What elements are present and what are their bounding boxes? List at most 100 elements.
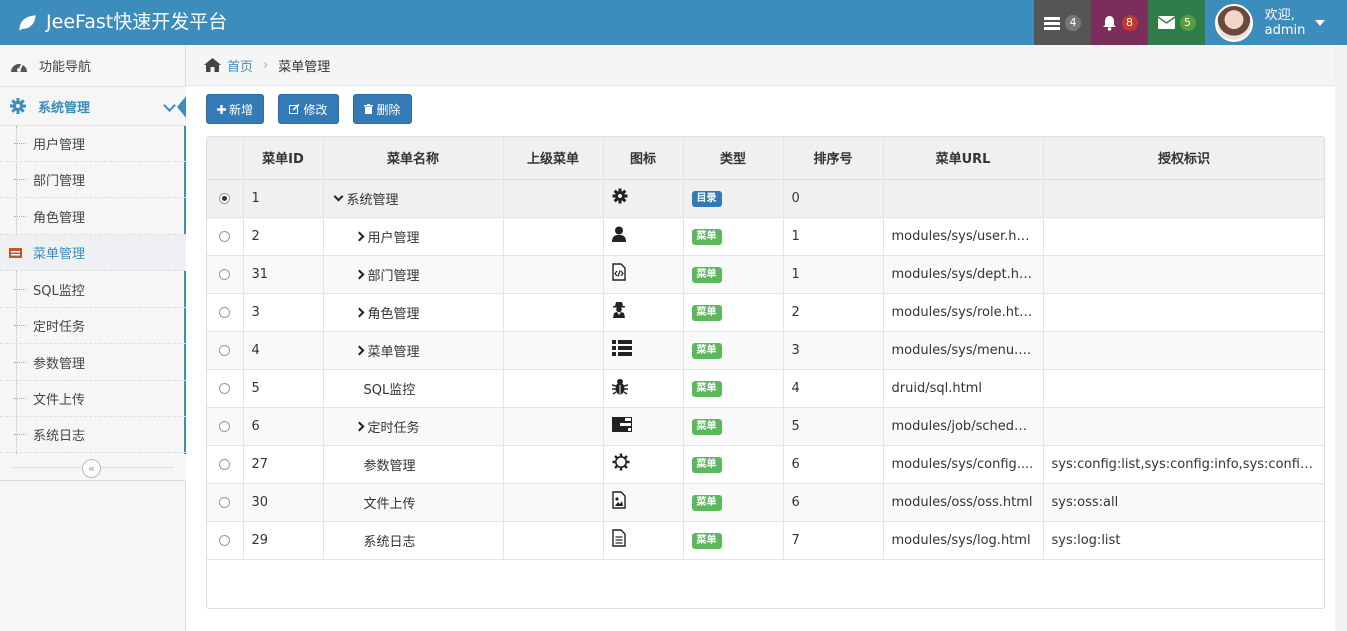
radio[interactable] xyxy=(219,230,231,242)
cell-perms xyxy=(1043,179,1324,218)
page-scrollbar[interactable] xyxy=(1335,45,1347,631)
row-select[interactable] xyxy=(207,255,244,294)
table-row[interactable]: 4 菜单管理 菜单 3 modules/sys/menu.h... xyxy=(207,331,1324,370)
cell-id: 30 xyxy=(243,483,324,522)
row-select[interactable] xyxy=(207,407,244,446)
column-header-select xyxy=(207,137,244,180)
table-row[interactable]: 27 参数管理 菜单 6 modules/sys/config.... sys:… xyxy=(207,445,1324,484)
row-select[interactable] xyxy=(207,483,244,522)
cell-order: 6 xyxy=(783,483,884,522)
tree-collapsed-icon[interactable] xyxy=(354,345,364,355)
tree-expand-icon[interactable] xyxy=(333,191,343,201)
sidebar-item-upload[interactable]: 文件上传 xyxy=(0,381,186,417)
tree-dash xyxy=(14,434,26,435)
cell-order: 1 xyxy=(783,217,884,256)
sidebar-item-users[interactable]: 用户管理 xyxy=(0,126,186,162)
cell-name: 用户管理 xyxy=(323,217,504,256)
cell-icon xyxy=(603,331,684,370)
row-select[interactable] xyxy=(207,521,244,560)
menu-name: SQL监控 xyxy=(363,382,416,398)
file-image-icon xyxy=(611,491,626,509)
cell-url: modules/sys/menu.h... xyxy=(883,331,1044,370)
radio[interactable] xyxy=(219,534,231,546)
table-row[interactable]: 3 角色管理 菜单 2 modules/sys/role.html xyxy=(207,293,1324,332)
sidebar-item-jobs[interactable]: 定时任务 xyxy=(0,308,186,344)
radio[interactable] xyxy=(219,382,231,394)
type-badge: 目录 xyxy=(691,190,722,207)
tree-collapsed-icon[interactable] xyxy=(354,231,364,241)
cell-perms: sys:log:list xyxy=(1043,521,1324,560)
table-row[interactable]: 31 部门管理 菜单 1 modules/sys/dept.html xyxy=(207,255,1324,294)
table-row[interactable]: 1 系统管理 目录 0 xyxy=(207,179,1324,218)
radio[interactable] xyxy=(219,306,231,318)
sidebar-item-label: 系统日志 xyxy=(33,429,86,444)
radio-selected[interactable] xyxy=(219,192,231,204)
user-menu[interactable]: 欢迎, admin xyxy=(1205,0,1335,45)
table-row[interactable]: 5 SQL监控 菜单 4 druid/sql.html xyxy=(207,369,1324,408)
column-header[interactable]: 菜单ID xyxy=(243,137,324,180)
bug-icon xyxy=(611,378,628,395)
sidebar-item-sql[interactable]: SQL监控 xyxy=(0,272,186,308)
table-row[interactable]: 6 定时任务 菜单 5 modules/job/schedul... xyxy=(207,407,1324,446)
sidebar-item-roles[interactable]: 角色管理 xyxy=(0,199,186,235)
cell-perms xyxy=(1043,293,1324,332)
sidebar-item-label: 角色管理 xyxy=(33,211,86,226)
cell-order: 0 xyxy=(783,179,884,218)
row-select[interactable] xyxy=(207,445,244,484)
cell-parent xyxy=(503,445,604,484)
row-select[interactable] xyxy=(207,293,244,332)
cell-order: 7 xyxy=(783,521,884,560)
delete-button[interactable]: 删除 xyxy=(353,94,412,124)
tree-collapsed-icon[interactable] xyxy=(354,307,364,317)
notifications-button[interactable]: 8 xyxy=(1091,0,1148,45)
radio[interactable] xyxy=(219,344,231,356)
radio[interactable] xyxy=(219,458,231,470)
table-row[interactable]: 30 文件上传 菜单 6 modules/oss/oss.html sys:os… xyxy=(207,483,1324,522)
column-header[interactable]: 菜单URL xyxy=(883,137,1044,180)
collapse-sidebar-button[interactable]: « xyxy=(82,459,101,478)
add-button[interactable]: 新增 xyxy=(206,94,264,124)
cell-icon xyxy=(603,407,684,446)
tasks-button[interactable]: 4 xyxy=(1034,0,1091,45)
cell-name: 系统管理 xyxy=(323,179,504,218)
tree-collapsed-icon[interactable] xyxy=(354,421,364,431)
radio[interactable] xyxy=(219,268,231,280)
radio[interactable] xyxy=(219,420,231,432)
table-row[interactable]: 2 用户管理 菜单 1 modules/sys/user.html xyxy=(207,217,1324,256)
cell-order: 3 xyxy=(783,331,884,370)
sidebar-item-logs[interactable]: 系统日志 xyxy=(0,417,186,453)
sidebar-item-menus[interactable]: 菜单管理 xyxy=(0,235,186,271)
sidebar-item-system[interactable]: 系统管理 xyxy=(0,87,187,126)
column-header[interactable]: 图标 xyxy=(603,137,684,180)
cell-type: 菜单 xyxy=(683,445,784,484)
sidebar-item-config[interactable]: 参数管理 xyxy=(0,345,186,381)
radio[interactable] xyxy=(219,496,231,508)
type-badge: 菜单 xyxy=(691,380,722,397)
row-select[interactable] xyxy=(207,331,244,370)
column-header[interactable]: 上级菜单 xyxy=(503,137,604,180)
cell-url: druid/sql.html xyxy=(883,369,1044,408)
tree-collapsed-icon[interactable] xyxy=(354,269,364,279)
tree-dash xyxy=(14,362,26,363)
row-select[interactable] xyxy=(207,217,244,256)
breadcrumb-home-link[interactable]: 首页 xyxy=(227,56,253,75)
row-select[interactable] xyxy=(207,179,244,218)
sidebar-nav-header[interactable]: 功能导航 xyxy=(0,45,186,87)
table-row[interactable]: 29 系统日志 菜单 7 modules/sys/log.html sys:lo… xyxy=(207,521,1324,560)
column-header[interactable]: 排序号 xyxy=(783,137,884,180)
type-badge: 菜单 xyxy=(691,304,722,321)
breadcrumb-separator: › xyxy=(263,57,269,73)
column-header[interactable]: 菜单名称 xyxy=(323,137,504,180)
cell-id: 3 xyxy=(243,293,324,332)
menu-name: 用户管理 xyxy=(367,230,420,246)
column-header[interactable]: 类型 xyxy=(683,137,784,180)
table-header-row: 菜单ID 菜单名称 上级菜单 图标 类型 排序号 菜单URL 授权标识 xyxy=(207,137,1324,180)
messages-button[interactable]: 5 xyxy=(1148,0,1205,45)
cell-url: modules/oss/oss.html xyxy=(883,483,1044,522)
sidebar-item-departments[interactable]: 部门管理 xyxy=(0,162,186,198)
cell-id: 1 xyxy=(243,179,324,218)
brand[interactable]: JeeFast快速开发平台 xyxy=(0,0,227,45)
row-select[interactable] xyxy=(207,369,244,408)
edit-button[interactable]: 修改 xyxy=(278,94,339,124)
column-header[interactable]: 授权标识 xyxy=(1043,137,1324,180)
